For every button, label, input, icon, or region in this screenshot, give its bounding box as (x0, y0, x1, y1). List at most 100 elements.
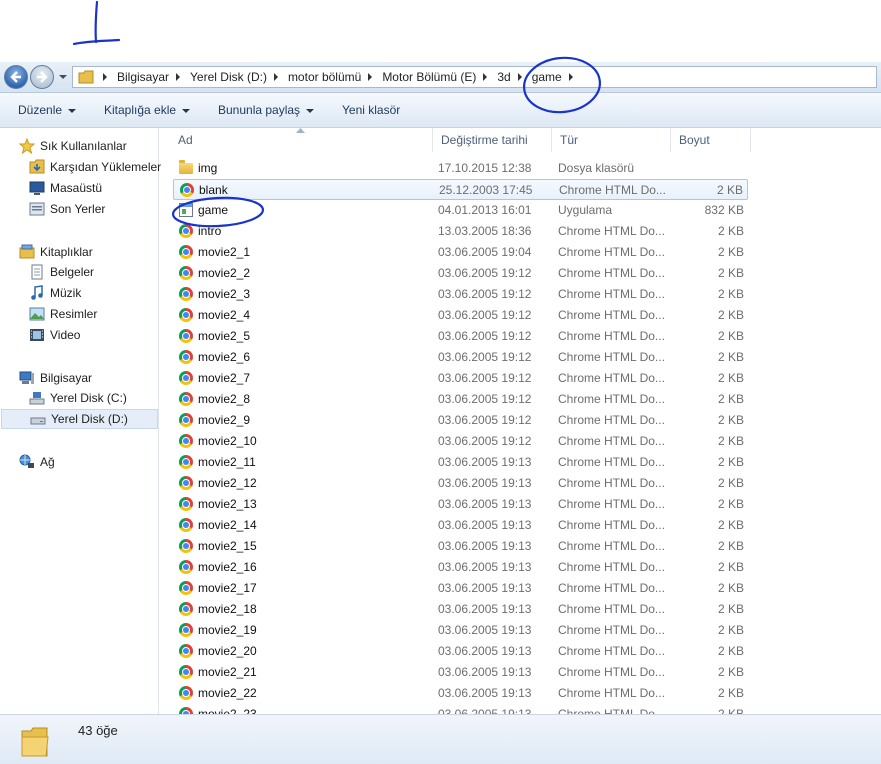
address-bar-strip: Bilgisayar Yerel Disk (D:) motor bölümü … (0, 62, 881, 93)
file-row[interactable]: intro 13.03.2005 18:36 Chrome HTML Do... 2 … (173, 221, 748, 242)
file-row[interactable]: movie2_15 03.06.2005 19:13 Chrome HTML Do.… (173, 536, 748, 557)
file-row[interactable]: movie2_20 03.06.2005 19:13 Chrome HTML Do.… (173, 641, 748, 662)
column-header-size[interactable]: Boyut (671, 128, 751, 152)
chevron-down-icon (68, 108, 77, 113)
file-size: 2 KB (717, 392, 744, 406)
file-row[interactable]: blank 25.12.2003 17:45 Chrome HTML Do... 2 … (173, 179, 748, 200)
new-folder-button[interactable]: Yeni klasör (342, 103, 400, 117)
add-to-library-button[interactable]: Kitaplığa ekle (104, 103, 191, 117)
chrome-html-icon (179, 434, 193, 448)
breadcrumb-item[interactable]: Yerel Disk (D:) (187, 70, 270, 84)
file-type: Chrome HTML Do... (558, 350, 665, 364)
file-row[interactable]: movie2_19 03.06.2005 19:13 Chrome HTML Do.… (173, 620, 748, 641)
file-type: Chrome HTML Do... (558, 245, 665, 259)
file-name: movie2_11 (198, 455, 256, 469)
file-date: 04.01.2013 16:01 (438, 203, 532, 217)
breadcrumb-separator-icon[interactable] (176, 73, 181, 81)
navigation-pane: Sık Kullanılanlar Karşıdan Yüklemeler Ma… (0, 128, 161, 714)
file-type: Chrome HTML Do... (558, 497, 665, 511)
breadcrumb-item[interactable]: motor bölümü (285, 70, 364, 84)
file-type: Chrome HTML Do... (558, 581, 665, 595)
file-type: Chrome HTML Do... (558, 665, 665, 679)
breadcrumb-separator-icon[interactable] (368, 73, 373, 81)
chrome-html-icon (179, 350, 193, 364)
file-size: 2 KB (717, 581, 744, 595)
breadcrumb-separator-icon[interactable] (568, 73, 573, 81)
file-type: Uygulama (558, 203, 613, 217)
file-type: Chrome HTML Do... (558, 476, 665, 490)
music-note-icon (31, 285, 43, 300)
share-with-label: Bununla paylaş (218, 103, 301, 117)
file-size: 2 KB (717, 665, 744, 679)
file-date: 03.06.2005 19:12 (438, 434, 532, 448)
file-name: movie2_2 (198, 266, 251, 280)
file-row[interactable]: movie2_4 03.06.2005 19:12 Chrome HTML Do..… (173, 305, 748, 326)
chevron-down-icon (182, 108, 191, 113)
file-row[interactable]: movie2_9 03.06.2005 19:12 Chrome HTML Do..… (173, 410, 748, 431)
file-size: 2 KB (717, 287, 744, 301)
file-row[interactable]: movie2_14 03.06.2005 19:13 Chrome HTML Do.… (173, 515, 748, 536)
file-date: 03.06.2005 19:04 (438, 245, 532, 259)
organize-button[interactable]: Düzenle (18, 103, 77, 117)
file-row[interactable]: movie2_2 03.06.2005 19:12 Chrome HTML Do..… (173, 263, 748, 284)
breadcrumb-item[interactable]: 3d (494, 70, 513, 84)
computer-icon (19, 371, 34, 384)
recent-pages-dropdown-icon[interactable] (58, 72, 68, 82)
breadcrumb-separator-icon[interactable] (517, 73, 522, 81)
file-size: 2 KB (717, 245, 744, 259)
nav-network[interactable]: Ağ (19, 452, 176, 472)
file-name: movie2_20 (198, 644, 257, 658)
chrome-html-icon (179, 308, 193, 322)
breadcrumb-item-current[interactable]: game (529, 70, 565, 84)
share-with-button[interactable]: Bununla paylaş (218, 103, 315, 117)
nav-item-drive-d[interactable]: Yerel Disk (D:) (1, 409, 158, 429)
new-folder-label: Yeni klasör (342, 103, 401, 117)
file-row[interactable]: movie2_11 03.06.2005 19:13 Chrome HTML Do.… (173, 452, 748, 473)
file-row[interactable]: movie2_17 03.06.2005 19:13 Chrome HTML Do.… (173, 578, 748, 599)
file-row[interactable]: movie2_8 03.06.2005 19:12 Chrome HTML Do..… (173, 389, 748, 410)
file-name: intro (198, 224, 222, 238)
file-size: 2 KB (717, 707, 744, 714)
file-row[interactable]: movie2_18 03.06.2005 19:13 Chrome HTML Do.… (173, 599, 748, 620)
file-row[interactable]: img 17.10.2015 12:38 Dosya klasörü (173, 158, 748, 179)
file-type: Chrome HTML Do... (558, 392, 665, 406)
file-row[interactable]: movie2_23 03.06.2005 19:13 Chrome HTML Do.… (173, 704, 748, 714)
chrome-html-icon (179, 644, 193, 658)
file-type: Chrome HTML Do... (558, 266, 665, 280)
file-row[interactable]: game 04.01.2013 16:01 Uygulama 832 KB (173, 200, 748, 221)
breadcrumb-item[interactable]: Motor Bölümü (E) (379, 70, 479, 84)
nav-libraries[interactable]: Kitaplıklar (19, 242, 176, 262)
file-size: 2 KB (717, 560, 744, 574)
nav-computer[interactable]: Bilgisayar (19, 368, 176, 388)
nav-item-label: Video (50, 328, 81, 342)
nav-favorites[interactable]: Sık Kullanılanlar (19, 136, 176, 156)
file-row[interactable]: movie2_1 03.06.2005 19:04 Chrome HTML Do..… (173, 242, 748, 263)
file-name: movie2_14 (198, 518, 257, 532)
file-row[interactable]: movie2_7 03.06.2005 19:12 Chrome HTML Do..… (173, 368, 748, 389)
command-bar: Düzenle Kitaplığa ekle Bununla paylaş Ye… (0, 93, 881, 128)
forward-button[interactable] (30, 65, 54, 89)
file-list: img 17.10.2015 12:38 Dosya klasörü blank 25.… (160, 157, 881, 714)
file-row[interactable]: movie2_22 03.06.2005 19:13 Chrome HTML Do.… (173, 683, 748, 704)
file-row[interactable]: movie2_13 03.06.2005 19:13 Chrome HTML Do.… (173, 494, 748, 515)
column-header-type[interactable]: Tür (552, 128, 671, 152)
breadcrumb[interactable]: Bilgisayar Yerel Disk (D:) motor bölümü … (72, 66, 877, 88)
breadcrumb-separator-icon[interactable] (273, 73, 278, 81)
file-row[interactable]: movie2_6 03.06.2005 19:12 Chrome HTML Do..… (173, 347, 748, 368)
nav-item-label: Belgeler (50, 265, 95, 279)
file-date: 13.03.2005 18:36 (438, 224, 532, 238)
column-header-date[interactable]: Değiştirme tarihi (433, 128, 552, 152)
file-row[interactable]: movie2_5 03.06.2005 19:12 Chrome HTML Do..… (173, 326, 748, 347)
file-row[interactable]: movie2_10 03.06.2005 19:12 Chrome HTML Do.… (173, 431, 748, 452)
sort-ascending-icon (296, 128, 305, 133)
back-button[interactable] (4, 65, 28, 89)
file-row[interactable]: movie2_3 03.06.2005 19:12 Chrome HTML Do..… (173, 284, 748, 305)
file-row[interactable]: movie2_16 03.06.2005 19:13 Chrome HTML Do.… (173, 557, 748, 578)
file-date: 03.06.2005 19:13 (438, 455, 532, 469)
file-date: 03.06.2005 19:13 (438, 581, 532, 595)
breadcrumb-item[interactable]: Bilgisayar (114, 70, 172, 84)
breadcrumb-separator-icon[interactable] (103, 73, 107, 81)
file-row[interactable]: movie2_12 03.06.2005 19:13 Chrome HTML Do.… (173, 473, 748, 494)
file-row[interactable]: movie2_21 03.06.2005 19:13 Chrome HTML Do.… (173, 662, 748, 683)
breadcrumb-separator-icon[interactable] (483, 73, 488, 81)
